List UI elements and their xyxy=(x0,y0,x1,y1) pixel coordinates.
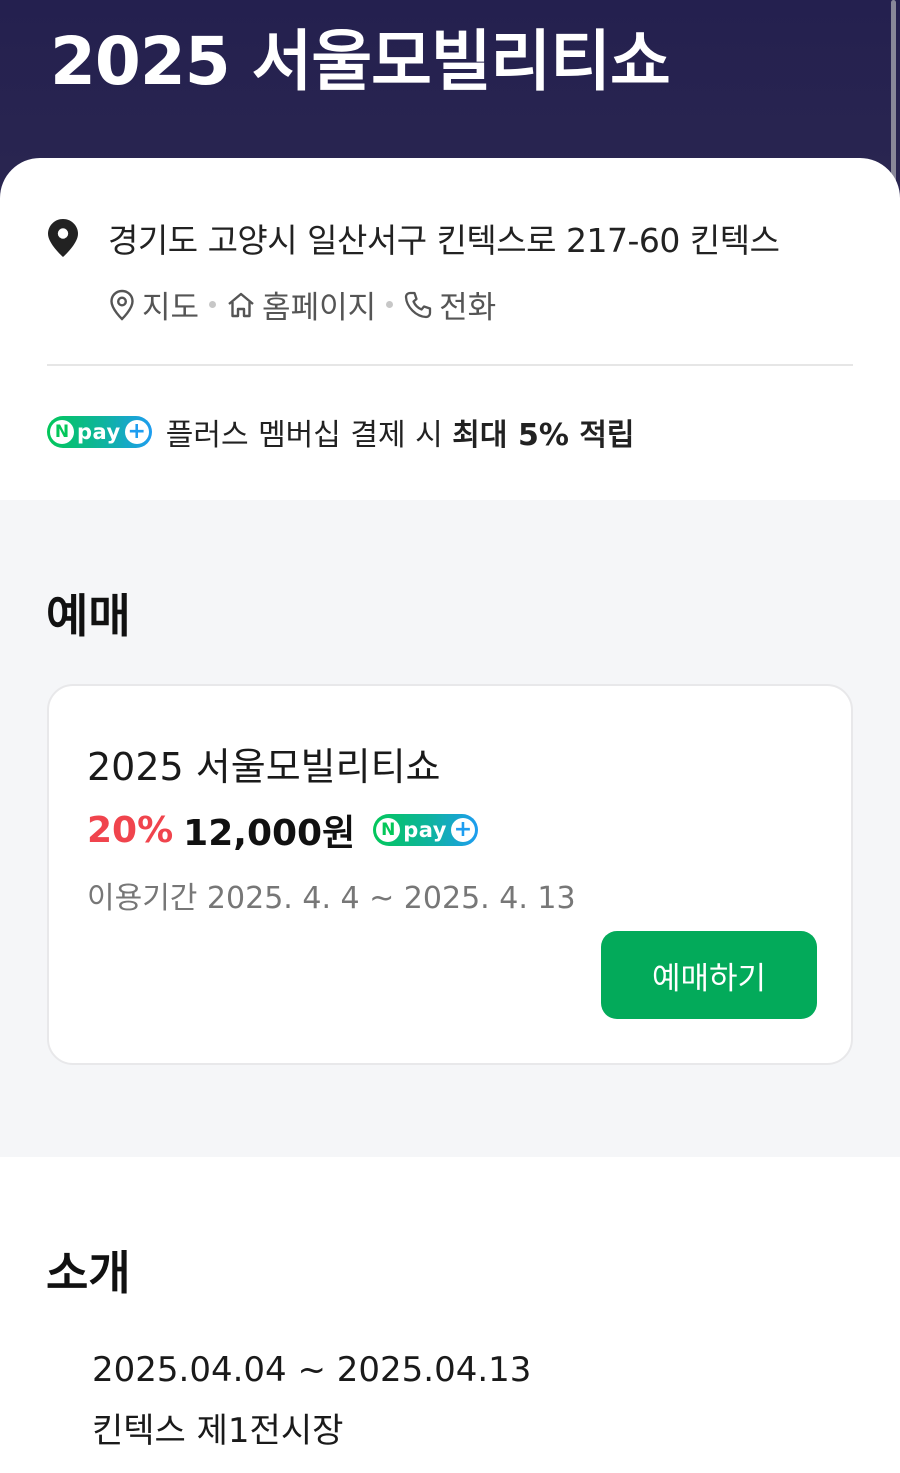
booking-section: 예매 2025 서울모빌리티쇼 20% 12,000원 N pay + 이용기간… xyxy=(0,500,900,1157)
phone-icon xyxy=(404,291,432,318)
separator-dot xyxy=(209,301,217,308)
map-pin-outline-icon xyxy=(110,289,134,321)
price-row: 20% 12,000원 N pay + xyxy=(87,804,478,856)
discount-rate: 20% xyxy=(87,809,174,851)
npay-benefit-text: 플러스 멤버십 결제 시 최대 5% 적립 xyxy=(165,418,635,453)
map-link[interactable]: 지도 xyxy=(108,282,199,327)
ticket-price: 12,000원 xyxy=(183,813,356,854)
address-row: 경기도 고양시 일산서구 킨텍스로 217-60 킨텍스 xyxy=(46,214,780,262)
npay-plus-logo: N pay + xyxy=(373,814,478,846)
phone-link[interactable]: 전화 xyxy=(403,282,496,327)
home-icon xyxy=(228,292,254,317)
npay-plus-logo: N pay + xyxy=(47,416,152,448)
location-pin-icon xyxy=(48,219,78,257)
event-dates: 2025.04.04 ~ 2025.04.13 xyxy=(92,1350,532,1390)
ticket-name: 2025 서울모빌리티쇼 xyxy=(87,745,441,789)
page: 2025 서울모빌리티쇼 경기도 고양시 일산서구 킨텍스로 217-60 킨텍… xyxy=(0,0,900,1473)
page-title: 2025 서울모빌리티쇼 xyxy=(50,23,671,100)
quick-links: 지도 홈페이지 전화 xyxy=(108,282,496,327)
intro-section: 소개 2025.04.04 ~ 2025.04.13 킨텍스 제1전시장 xyxy=(0,1157,900,1473)
event-venue: 킨텍스 제1전시장 xyxy=(92,1411,344,1451)
separator-dot xyxy=(386,301,394,308)
map-link-label: 지도 xyxy=(142,290,200,326)
npay-benefit-row: N pay + 플러스 멤버십 결제 시 최대 5% 적립 xyxy=(47,410,635,454)
info-card: 경기도 고양시 일산서구 킨텍스로 217-60 킨텍스 지도 홈페이지 전화 … xyxy=(0,158,900,500)
divider xyxy=(47,364,853,366)
homepage-link-label: 홈페이지 xyxy=(262,290,377,326)
usage-period: 이용기간 2025. 4. 4 ~ 2025. 4. 13 xyxy=(87,881,576,916)
ticket-card: 2025 서울모빌리티쇼 20% 12,000원 N pay + 이용기간 20… xyxy=(47,684,853,1065)
intro-section-title: 소개 xyxy=(46,1246,131,1300)
homepage-link[interactable]: 홈페이지 xyxy=(226,282,376,327)
phone-link-label: 전화 xyxy=(439,290,497,326)
address-text: 경기도 고양시 일산서구 킨텍스로 217-60 킨텍스 xyxy=(108,221,780,260)
booking-section-title: 예매 xyxy=(46,589,131,643)
book-button[interactable]: 예매하기 xyxy=(601,931,817,1019)
